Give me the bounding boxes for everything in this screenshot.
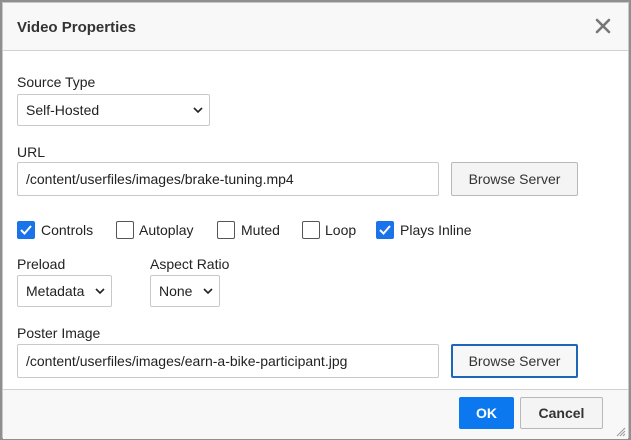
poster-image-label: Poster Image bbox=[17, 325, 101, 341]
plays-inline-checkbox[interactable] bbox=[376, 221, 394, 239]
chevron-down-icon bbox=[193, 107, 203, 114]
autoplay-label: Autoplay bbox=[139, 222, 194, 238]
video-options-row: Controls Autoplay Muted Loop Plays Inlin… bbox=[3, 221, 630, 243]
controls-label: Controls bbox=[41, 222, 94, 238]
poster-image-value: /content/userfiles/images/earn-a-bike-pa… bbox=[26, 353, 348, 369]
muted-checkbox[interactable] bbox=[217, 221, 235, 239]
chevron-down-icon bbox=[203, 288, 213, 295]
resize-grip-icon[interactable] bbox=[614, 425, 626, 437]
ok-button[interactable]: OK bbox=[459, 397, 514, 429]
controls-checkbox[interactable] bbox=[17, 221, 35, 239]
checkmark-icon bbox=[379, 225, 391, 235]
chevron-down-icon bbox=[95, 288, 105, 295]
video-properties-dialog: Video Properties Source Type Self-Hosted… bbox=[2, 2, 630, 439]
source-type-value: Self-Hosted bbox=[26, 102, 100, 118]
preload-value: Metadata bbox=[26, 283, 85, 299]
muted-label: Muted bbox=[241, 222, 280, 238]
url-input[interactable]: /content/userfiles/images/brake-tuning.m… bbox=[17, 162, 439, 196]
source-type-select[interactable]: Self-Hosted bbox=[17, 94, 210, 126]
preload-label: Preload bbox=[17, 256, 66, 272]
aspect-ratio-label: Aspect Ratio bbox=[150, 256, 230, 272]
aspect-ratio-value: None bbox=[159, 283, 193, 299]
url-label: URL bbox=[17, 144, 46, 160]
cancel-button[interactable]: Cancel bbox=[520, 397, 603, 429]
autoplay-checkbox[interactable] bbox=[116, 221, 134, 239]
url-value: /content/userfiles/images/brake-tuning.m… bbox=[26, 171, 294, 187]
loop-checkbox[interactable] bbox=[302, 221, 320, 239]
dialog-titlebar: Video Properties bbox=[3, 3, 628, 51]
dialog-footer: OK Cancel bbox=[3, 389, 628, 439]
dialog-title: Video Properties bbox=[17, 19, 136, 36]
poster-browse-server-button[interactable]: Browse Server bbox=[451, 344, 578, 378]
close-icon[interactable] bbox=[592, 15, 614, 37]
url-browse-server-button[interactable]: Browse Server bbox=[451, 162, 578, 196]
poster-image-input[interactable]: /content/userfiles/images/earn-a-bike-pa… bbox=[17, 344, 439, 378]
aspect-ratio-select[interactable]: None bbox=[150, 275, 220, 307]
checkmark-icon bbox=[20, 225, 32, 235]
source-type-label: Source Type bbox=[17, 74, 96, 90]
loop-label: Loop bbox=[325, 222, 357, 238]
preload-select[interactable]: Metadata bbox=[17, 275, 112, 307]
plays-inline-label: Plays Inline bbox=[400, 222, 472, 238]
